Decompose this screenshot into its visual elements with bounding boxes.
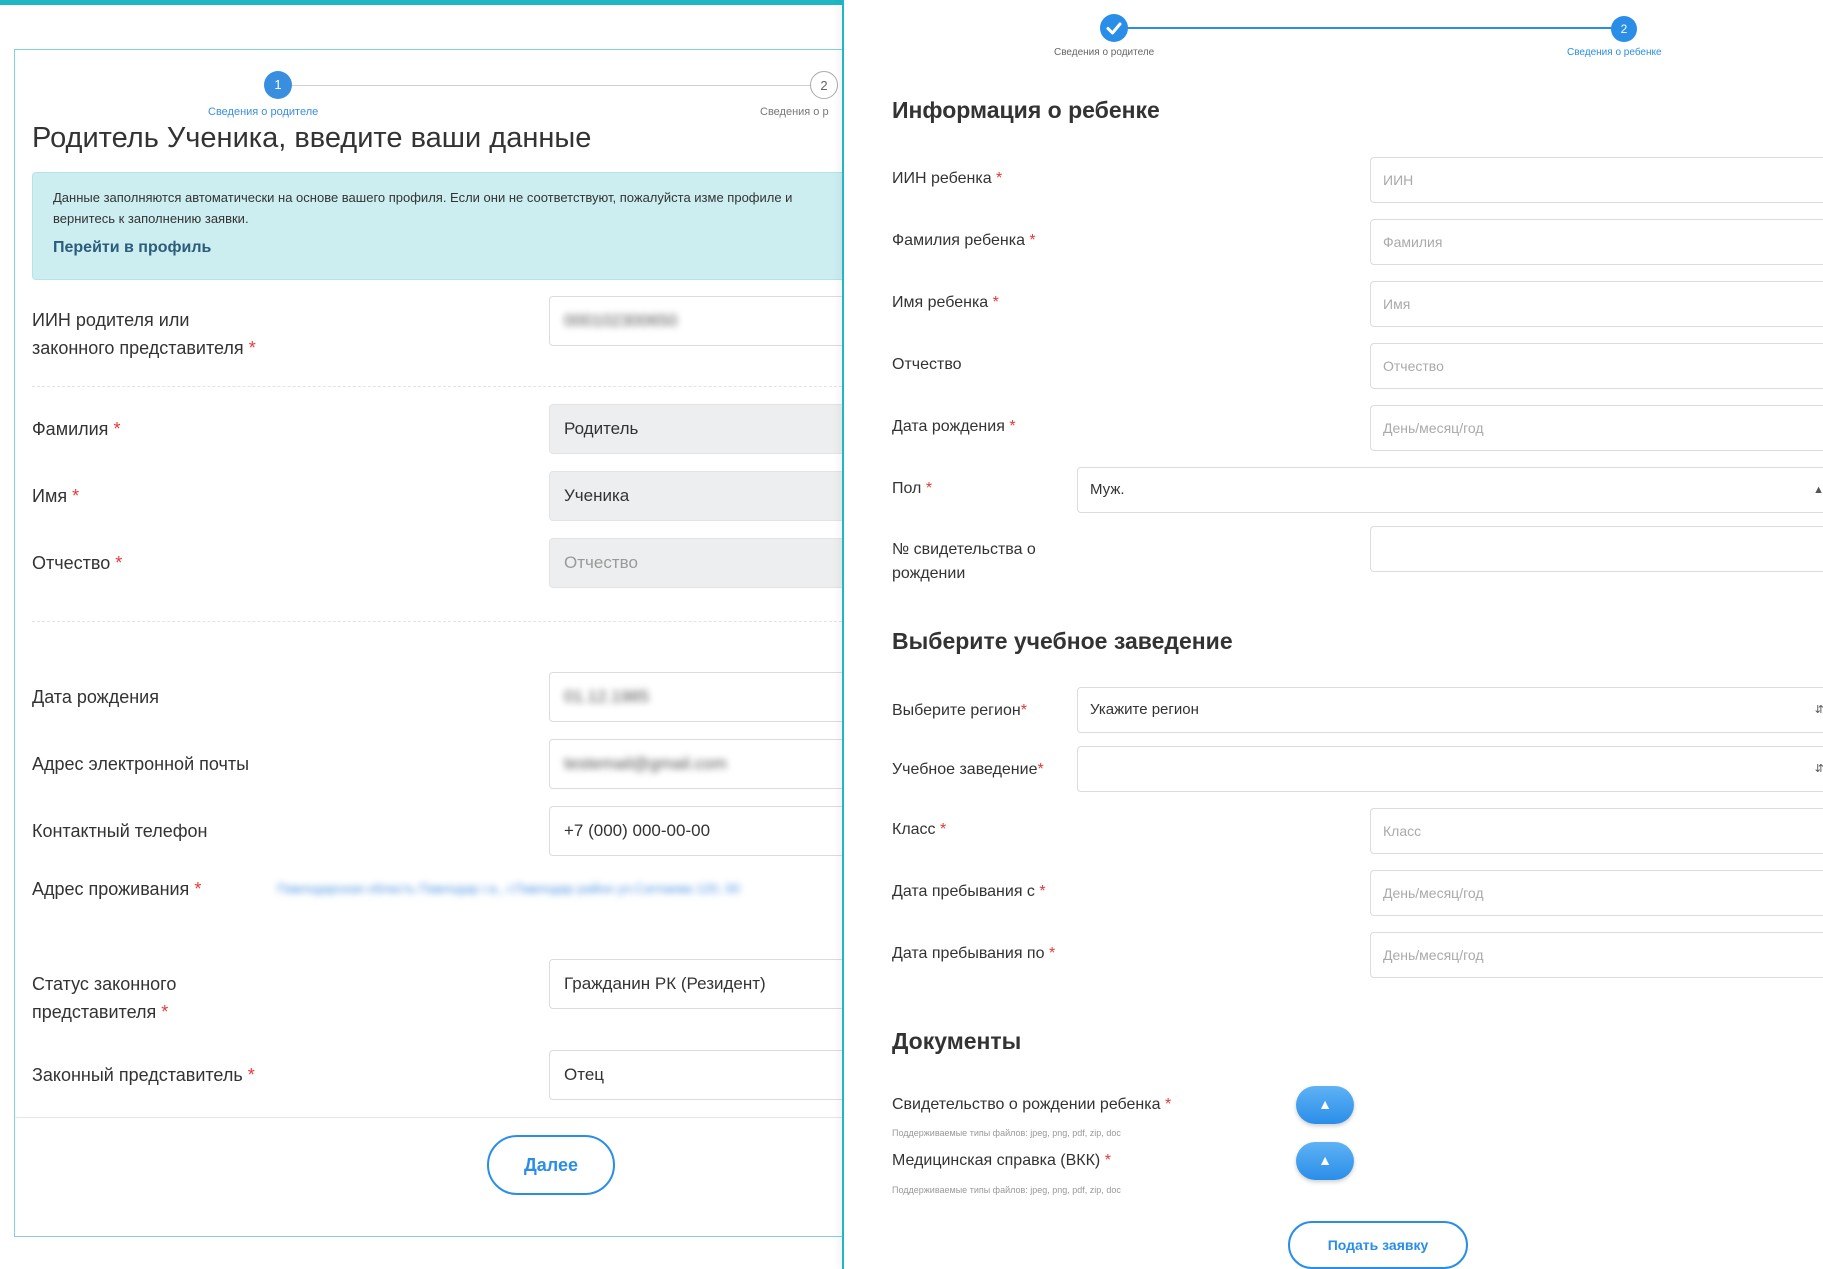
child-patronymic-label: Отчество	[892, 356, 962, 373]
file-types-hint: Поддерживаемые типы файлов: jpeg, png, p…	[892, 1185, 1121, 1195]
stepper-line	[278, 85, 818, 86]
child-iin-label: ИИН ребенка *	[892, 170, 1003, 187]
step-1-label: Сведения о родителе	[208, 106, 319, 118]
step-2-label: Сведения о р	[760, 106, 829, 118]
child-birth-label: Дата рождения *	[892, 418, 1016, 435]
birth-cert-upload-button[interactable]: ▲	[1296, 1086, 1354, 1124]
gender-select[interactable]: Муж. ▲	[1077, 467, 1823, 513]
address-label: Адрес проживания *	[32, 879, 202, 899]
step-1-indicator: 1	[264, 71, 292, 99]
gender-label: Пол *	[892, 480, 933, 497]
stay-to-label: Дата пребывания по *	[892, 945, 1056, 962]
step-2-indicator: 2	[810, 71, 838, 99]
stay-from-label: Дата пребывания с *	[892, 883, 1046, 900]
birth-cert-upload-label: Свидетельство о рождении ребенка *	[892, 1096, 1172, 1113]
representative-label: Законный представитель *	[32, 1065, 255, 1085]
parent-iin-label: ИИН родителя или законного представителя…	[32, 310, 256, 358]
stay-from-input[interactable]: День/месяц/год	[1370, 870, 1823, 916]
status-label: Статус законного представителя *	[32, 974, 177, 1022]
name-label: Имя *	[32, 486, 80, 506]
birth-certificate-label: № свидетельства о рождении	[892, 541, 1036, 582]
surname-input[interactable]: Родитель	[549, 404, 873, 454]
select-arrow-icon: ⇵	[1815, 747, 1823, 791]
medical-upload-label: Медицинская справка (ВКК) *	[892, 1152, 1111, 1169]
child-name-input[interactable]: Имя	[1370, 281, 1823, 327]
stepper-line	[1119, 27, 1619, 29]
address-value: Павлодарская область Павлодар г.а., г.Па…	[277, 881, 740, 896]
upload-icon: ▲	[1318, 1152, 1332, 1168]
grade-input[interactable]: Класс	[1370, 808, 1823, 854]
child-iin-input[interactable]: ИИН	[1370, 157, 1823, 203]
institution-select[interactable]: ⇵	[1077, 746, 1823, 792]
patronymic-label: Отчество *	[32, 553, 123, 573]
submit-application-button[interactable]: Подать заявку	[1288, 1221, 1468, 1269]
select-arrow-icon: ⇵	[1815, 688, 1823, 732]
parent-iin-input[interactable]: 000102300650	[549, 296, 873, 346]
phone-input[interactable]: +7 (000) 000-00-00	[549, 806, 873, 856]
surname-label: Фамилия *	[32, 419, 121, 439]
select-arrow-icon: ▲	[1813, 484, 1823, 496]
info-alert-text: Данные заполняются автоматически на осно…	[53, 190, 793, 226]
page-title: Родитель Ученика, введите ваши данные	[32, 122, 592, 154]
birth-certificate-input[interactable]	[1370, 526, 1823, 572]
child-surname-label: Фамилия ребенка *	[892, 232, 1036, 249]
stay-to-input[interactable]: День/месяц/год	[1370, 932, 1823, 978]
file-types-hint: Поддерживаемые типы файлов: jpeg, png, p…	[892, 1128, 1121, 1138]
step-2-indicator: 2	[1611, 16, 1637, 42]
name-input[interactable]: Ученика	[549, 471, 873, 521]
section-divider	[32, 386, 873, 387]
email-input[interactable]: testemail@gmail.com	[549, 739, 873, 789]
region-label: Выберите регион*	[892, 702, 1027, 719]
parent-form-panel: 1 Сведения о родителе 2 Сведения о р Род…	[14, 49, 874, 1237]
step-1-complete-indicator	[1100, 14, 1128, 42]
representative-input[interactable]: Отец	[549, 1050, 873, 1100]
birth-date-label: Дата рождения	[32, 687, 159, 707]
child-birth-input[interactable]: День/месяц/год	[1370, 405, 1823, 451]
info-alert: Данные заполняются автоматически на осно…	[32, 172, 873, 280]
child-name-label: Имя ребенка *	[892, 294, 999, 311]
child-patronymic-input[interactable]: Отчество	[1370, 343, 1823, 389]
email-label: Адрес электронной почты	[32, 754, 250, 774]
status-input[interactable]: Гражданин РК (Резидент)	[549, 959, 873, 1009]
grade-label: Класс *	[892, 821, 947, 838]
go-to-profile-link[interactable]: Перейти в профиль	[53, 239, 211, 257]
check-icon	[1106, 22, 1122, 35]
school-heading: Выберите учебное заведение	[892, 628, 1233, 654]
phone-label: Контактный телефон	[32, 821, 208, 841]
child-info-heading: Информация о ребенке	[892, 97, 1160, 123]
child-surname-input[interactable]: Фамилия	[1370, 219, 1823, 265]
region-select[interactable]: Укажите регион⇵	[1077, 687, 1823, 733]
documents-heading: Документы	[892, 1028, 1022, 1054]
medical-upload-button[interactable]: ▲	[1296, 1142, 1354, 1180]
next-button[interactable]: Далее	[487, 1135, 615, 1195]
step-1-label: Сведения о родителе	[1054, 47, 1155, 58]
institution-label: Учебное заведение*	[892, 761, 1044, 778]
footer-divider	[15, 1117, 873, 1118]
step-2-label: Сведения о ребенке	[1567, 47, 1662, 58]
section-divider	[32, 621, 873, 622]
patronymic-input[interactable]: Отчество	[549, 538, 873, 588]
birth-date-input[interactable]: 01.12.1985	[549, 672, 873, 722]
child-form-panel: Сведения о родителе 2 Сведения о ребенке…	[842, 0, 1823, 1269]
upload-icon: ▲	[1318, 1096, 1332, 1112]
